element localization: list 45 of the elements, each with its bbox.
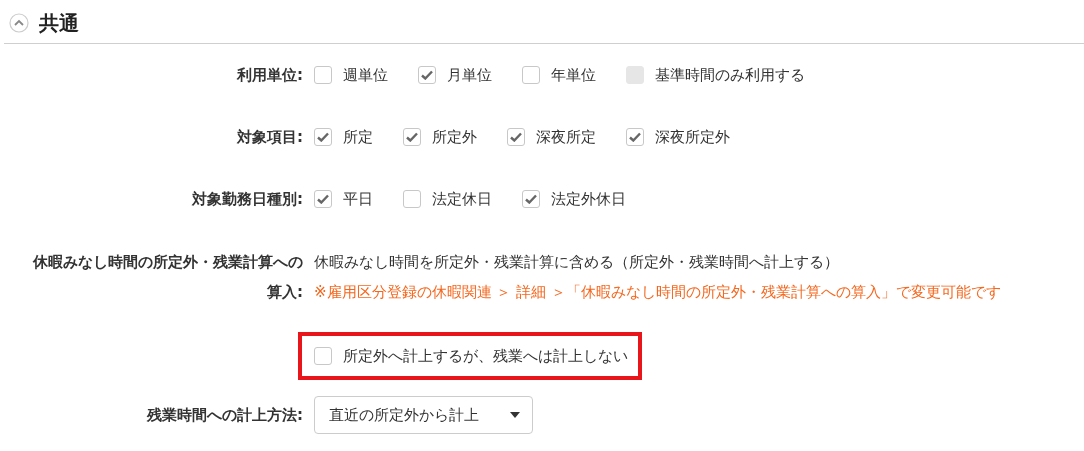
checkbox[interactable] [314, 66, 332, 84]
note-text: ※雇用区分登録の休暇関連 ＞ 詳細 ＞「休暇みなし時間の所定外・残業計算への算入」で変更可能です [314, 282, 1001, 303]
checkbox[interactable] [418, 66, 436, 84]
field-label: 休暇みなし時間の所定外・残業計算への算入: [31, 252, 304, 303]
checkbox-label: 平日 [343, 189, 373, 210]
checkbox-label: 年単位 [551, 65, 596, 86]
checkbox[interactable] [314, 347, 332, 365]
chevron-circle-icon[interactable] [9, 13, 29, 33]
checkbox-label: 深夜所定外 [655, 127, 730, 148]
checkbox-label: 法定休日 [432, 189, 492, 210]
checkbox-label: 週単位 [343, 65, 388, 86]
checkbox-option[interactable]: 法定外休日 [522, 187, 626, 211]
checkbox-label: 月単位 [447, 65, 492, 86]
checkbox-label: 深夜所定 [536, 127, 596, 148]
checkbox-option[interactable]: 年単位 [522, 63, 596, 87]
checkbox[interactable] [403, 190, 421, 208]
checkbox-option[interactable]: 所定外 [403, 125, 477, 149]
field-label: 利用単位: [236, 65, 304, 86]
checkbox[interactable] [314, 190, 332, 208]
checkbox-option[interactable]: 深夜所定 [507, 125, 596, 149]
checkbox-option[interactable]: 平日 [314, 187, 373, 211]
dropdown[interactable]: 直近の所定外から計上 [314, 396, 533, 434]
caret-icon [510, 412, 520, 418]
checkbox-option[interactable]: 週単位 [314, 63, 388, 87]
checkbox[interactable] [507, 128, 525, 146]
checkbox-label: 所定外 [432, 127, 477, 148]
checkbox-label: 所定 [343, 127, 373, 148]
section-title: 共通 [39, 9, 79, 37]
checkbox-option[interactable]: 深夜所定外 [626, 125, 730, 149]
field-label: 対象項目: [236, 127, 304, 148]
description-text: 休暇みなし時間を所定外・残業計算に含める（所定外・残業時間へ計上する） [314, 252, 840, 273]
checkbox-option[interactable]: 月単位 [418, 63, 492, 87]
checkbox[interactable] [522, 66, 540, 84]
checkbox-option[interactable]: 法定休日 [403, 187, 492, 211]
highlighted-checkbox-option[interactable]: 所定外へ計上するが、残業へは計上しない [302, 336, 638, 376]
field-label: 残業時間への計上方法: [146, 405, 304, 426]
checkbox-label: 法定外休日 [551, 189, 626, 210]
checkbox[interactable] [403, 128, 421, 146]
checkbox-label: 所定外へ計上するが、残業へは計上しない [343, 346, 628, 367]
checkbox[interactable] [314, 128, 332, 146]
field-label: 対象勤務日種別: [191, 189, 304, 210]
checkbox-label: 基準時間のみ利用する [655, 65, 805, 86]
checkbox-option[interactable]: 所定 [314, 125, 373, 149]
checkbox[interactable] [522, 190, 540, 208]
checkbox[interactable] [626, 128, 644, 146]
